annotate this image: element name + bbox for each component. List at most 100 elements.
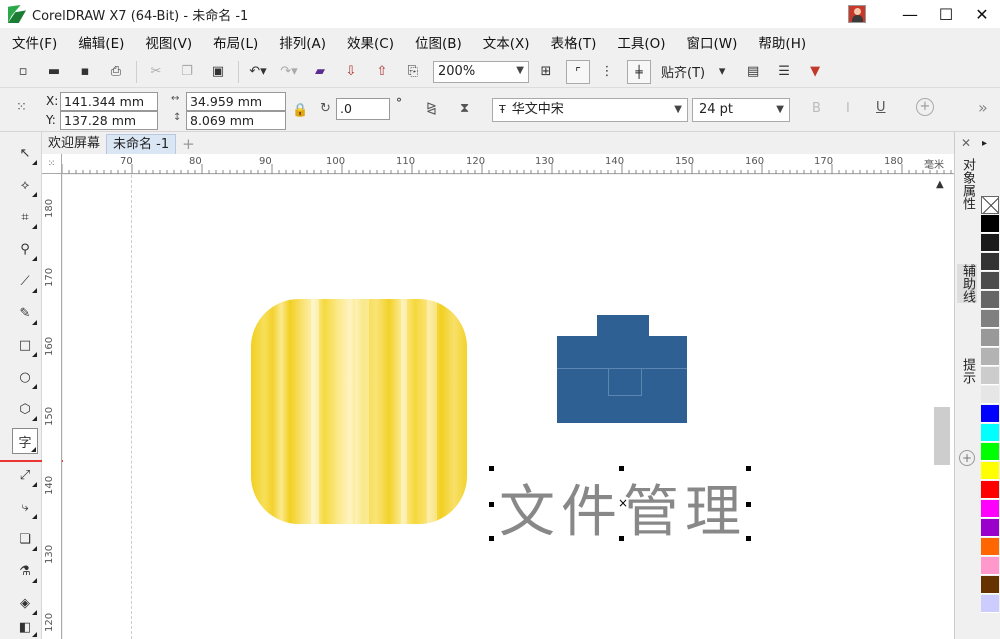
menu-effects[interactable]: 效果(C) bbox=[347, 32, 394, 52]
menu-text[interactable]: 文本(X) bbox=[483, 32, 530, 52]
tab-document[interactable]: 未命名 -1 bbox=[106, 134, 177, 154]
selection-handle[interactable] bbox=[489, 536, 494, 541]
ruler-origin[interactable]: ⁙ bbox=[42, 154, 62, 174]
selection-handle[interactable] bbox=[746, 502, 751, 507]
search-content-icon[interactable]: ▰ bbox=[309, 61, 331, 83]
tab-object-properties[interactable]: 对象属性 bbox=[957, 158, 977, 210]
selection-handle[interactable] bbox=[489, 502, 494, 507]
zoom-level-select[interactable]: 200% ▼ bbox=[433, 60, 529, 83]
publish-pdf-icon[interactable]: ⎘ bbox=[402, 61, 424, 83]
text-tool-icon[interactable]: 字 bbox=[12, 428, 38, 454]
color-swatch[interactable] bbox=[981, 367, 999, 385]
smart-fill-tool-icon[interactable]: ◧ bbox=[12, 616, 38, 638]
pick-tool-icon[interactable]: ↖ bbox=[12, 140, 38, 166]
menu-layout[interactable]: 布局(L) bbox=[213, 32, 258, 52]
selection-handle[interactable] bbox=[619, 536, 624, 541]
vertical-scrollbar-thumb[interactable] bbox=[934, 407, 950, 465]
open-folder-icon[interactable]: ▬ bbox=[43, 61, 65, 83]
interactive-fill-tool-icon[interactable]: ◈ bbox=[12, 590, 38, 616]
selection-handle[interactable] bbox=[746, 536, 751, 541]
color-swatch[interactable] bbox=[981, 348, 999, 366]
more-options-button[interactable]: » bbox=[978, 98, 988, 117]
width-input[interactable]: 34.959 mm bbox=[186, 92, 286, 111]
shape-tool-icon[interactable]: ⟡ bbox=[12, 172, 38, 198]
no-color-swatch[interactable] bbox=[981, 196, 999, 214]
horizontal-ruler[interactable]: 70 80 90 100 110 120 130 140 150 160 170… bbox=[62, 154, 954, 174]
ellipse-tool-icon[interactable]: ○ bbox=[12, 364, 38, 390]
color-swatch[interactable] bbox=[981, 329, 999, 347]
save-icon[interactable]: ▪ bbox=[74, 61, 96, 83]
menu-tools[interactable]: 工具(O) bbox=[617, 32, 665, 52]
redo-icon[interactable]: ↷▾ bbox=[278, 61, 300, 83]
add-icon[interactable]: + bbox=[916, 98, 934, 116]
color-swatch[interactable] bbox=[981, 500, 999, 518]
color-swatch[interactable] bbox=[981, 595, 999, 613]
import-icon[interactable]: ⇩ bbox=[340, 61, 362, 83]
connector-tool-icon[interactable]: ⤷ bbox=[12, 494, 38, 520]
palette-scroll-up-icon[interactable]: ▸ bbox=[982, 138, 987, 149]
crop-tool-icon[interactable]: ⌗ bbox=[12, 204, 38, 230]
close-icon[interactable]: ✕ bbox=[961, 136, 971, 150]
menu-window[interactable]: 窗口(W) bbox=[687, 32, 738, 52]
color-swatch[interactable] bbox=[981, 557, 999, 575]
color-swatch[interactable] bbox=[981, 234, 999, 252]
lock-ratio-icon[interactable]: 🔒 bbox=[292, 103, 308, 118]
cut-icon[interactable]: ✂ bbox=[145, 61, 167, 83]
vertical-ruler[interactable]: 180 170 160 150 140 130 120 bbox=[42, 174, 62, 639]
object-origin-icon[interactable]: ⁙ bbox=[16, 100, 27, 115]
color-swatch[interactable] bbox=[981, 481, 999, 499]
x-position-input[interactable]: 141.344 mm bbox=[60, 92, 158, 111]
color-swatch[interactable] bbox=[981, 291, 999, 309]
color-eyedropper-tool-icon[interactable]: ⚗ bbox=[12, 558, 38, 584]
print-icon[interactable]: ⎙ bbox=[105, 61, 127, 83]
color-swatch[interactable] bbox=[981, 272, 999, 290]
italic-icon[interactable]: I bbox=[846, 101, 850, 116]
menu-edit[interactable]: 编辑(E) bbox=[78, 32, 124, 52]
color-swatch[interactable] bbox=[981, 462, 999, 480]
drawing-canvas[interactable]: ▲ 文件管理 × bbox=[63, 175, 954, 639]
copy-icon[interactable]: ❐ bbox=[176, 61, 198, 83]
selection-handle[interactable] bbox=[489, 466, 494, 471]
rotation-center-icon[interactable]: × bbox=[618, 496, 628, 510]
paste-icon[interactable]: ▣ bbox=[207, 61, 229, 83]
drop-shadow-tool-icon[interactable]: ❏ bbox=[12, 526, 38, 552]
color-swatch[interactable] bbox=[981, 443, 999, 461]
selection-handle[interactable] bbox=[746, 466, 751, 471]
color-swatch[interactable] bbox=[981, 424, 999, 442]
selection-handle[interactable] bbox=[619, 466, 624, 471]
undo-icon[interactable]: ↶▾ bbox=[247, 61, 269, 83]
menu-table[interactable]: 表格(T) bbox=[551, 32, 597, 52]
color-swatch[interactable] bbox=[981, 538, 999, 556]
close-button[interactable]: ✕ bbox=[964, 0, 1000, 28]
menu-file[interactable]: 文件(F) bbox=[12, 32, 57, 52]
yellow-rounded-square-shape[interactable] bbox=[251, 299, 467, 524]
artistic-media-tool-icon[interactable]: ✎ bbox=[12, 300, 38, 326]
mirror-vertical-icon[interactable]: ⧗ bbox=[460, 101, 469, 116]
application-launcher-icon[interactable]: ▼ bbox=[804, 61, 826, 83]
parallel-dimension-tool-icon[interactable]: ⤢ bbox=[12, 462, 38, 488]
user-avatar-icon[interactable] bbox=[848, 5, 866, 23]
options-icon[interactable]: ☰ bbox=[773, 61, 795, 83]
font-family-select[interactable]: Ŧ 华文中宋 ▼ bbox=[492, 98, 688, 122]
rectangle-tool-icon[interactable]: □ bbox=[12, 332, 38, 358]
chevron-down-icon[interactable]: ▾ bbox=[711, 61, 733, 83]
polygon-tool-icon[interactable]: ⬡ bbox=[12, 396, 38, 422]
height-input[interactable]: 8.069 mm bbox=[186, 111, 286, 130]
freehand-tool-icon[interactable]: ⟋ bbox=[12, 268, 38, 294]
welcome-screen-icon[interactable]: ▤ bbox=[742, 61, 764, 83]
y-position-input[interactable]: 137.28 mm bbox=[60, 111, 158, 130]
rotation-angle-input[interactable]: .0 bbox=[336, 98, 390, 120]
color-swatch[interactable] bbox=[981, 386, 999, 404]
color-swatch[interactable] bbox=[981, 519, 999, 537]
color-swatch[interactable] bbox=[981, 405, 999, 423]
show-guidelines-icon[interactable]: ╪ bbox=[627, 59, 651, 84]
mirror-horizontal-icon[interactable]: ⧎ bbox=[426, 101, 437, 116]
bold-icon[interactable]: B bbox=[812, 101, 821, 116]
scroll-up-icon[interactable]: ▲ bbox=[936, 179, 944, 190]
color-swatch[interactable] bbox=[981, 576, 999, 594]
tab-guidelines[interactable]: 辅助线 bbox=[957, 264, 977, 303]
maximize-button[interactable]: ☐ bbox=[928, 0, 964, 28]
minimize-button[interactable]: — bbox=[892, 0, 928, 28]
font-size-select[interactable]: 24 pt ▼ bbox=[692, 98, 790, 122]
new-document-icon[interactable]: ▫ bbox=[12, 61, 34, 83]
